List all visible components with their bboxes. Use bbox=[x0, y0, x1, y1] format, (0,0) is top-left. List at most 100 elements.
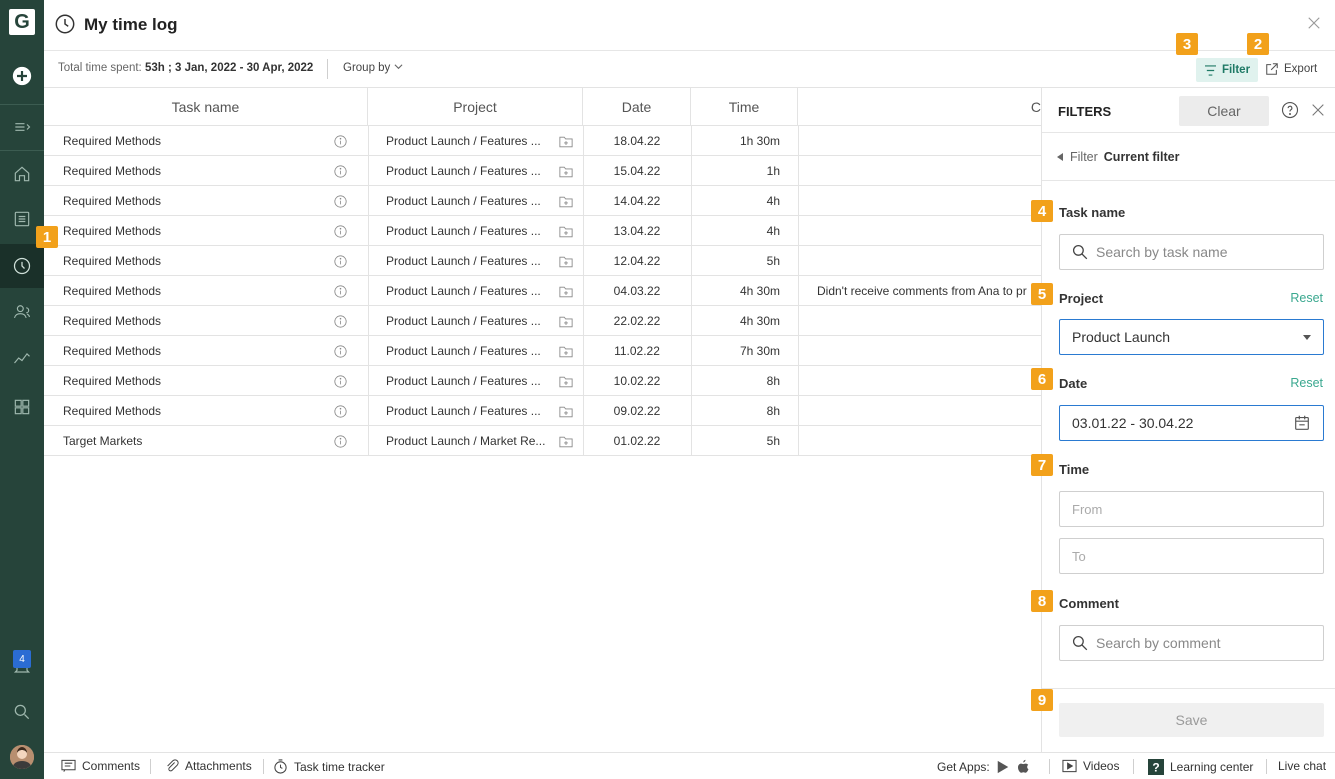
save-button[interactable]: Save bbox=[1059, 703, 1324, 737]
home-icon[interactable] bbox=[0, 152, 44, 196]
attachments-link[interactable]: Attachments bbox=[165, 759, 252, 773]
task-name-cell[interactable]: Required Methods bbox=[63, 156, 333, 186]
info-icon[interactable] bbox=[331, 336, 349, 366]
videos-link[interactable]: Videos bbox=[1062, 759, 1119, 773]
team-icon[interactable] bbox=[0, 290, 44, 334]
info-icon[interactable] bbox=[331, 396, 349, 426]
time-log-icon[interactable] bbox=[0, 244, 44, 288]
task-name-cell[interactable]: Required Methods bbox=[63, 186, 333, 216]
info-icon[interactable] bbox=[331, 216, 349, 246]
column-header-time[interactable]: Time bbox=[691, 88, 798, 126]
back-arrow-icon[interactable] bbox=[1057, 152, 1064, 161]
filter-button[interactable]: Filter bbox=[1196, 58, 1258, 82]
clear-button[interactable]: Clear bbox=[1179, 96, 1269, 126]
project-folder-icon[interactable] bbox=[556, 396, 576, 426]
task-name-cell[interactable]: Required Methods bbox=[63, 246, 333, 276]
project-folder-icon[interactable] bbox=[556, 216, 576, 246]
project-folder-icon[interactable] bbox=[556, 156, 576, 186]
project-folder-icon[interactable] bbox=[556, 366, 576, 396]
info-icon[interactable] bbox=[331, 276, 349, 306]
info-icon[interactable] bbox=[331, 366, 349, 396]
project-select[interactable]: Product Launch bbox=[1059, 319, 1324, 355]
project-folder-icon[interactable] bbox=[556, 126, 576, 156]
table-row[interactable]: Required Methods Product Launch / Feature… bbox=[44, 156, 1041, 186]
project-folder-icon[interactable] bbox=[556, 186, 576, 216]
task-name-cell[interactable]: Required Methods bbox=[63, 306, 333, 336]
table-row[interactable]: Required Methods Product Launch / Feature… bbox=[44, 276, 1041, 306]
apps-grid-icon[interactable] bbox=[0, 385, 44, 429]
project-cell[interactable]: Product Launch / Features ... bbox=[386, 396, 556, 426]
time-to-input[interactable]: To bbox=[1059, 538, 1324, 574]
project-folder-icon[interactable] bbox=[556, 426, 576, 456]
project-cell[interactable]: Product Launch / Features ... bbox=[386, 336, 556, 366]
project-folder-icon[interactable] bbox=[556, 306, 576, 336]
column-header-project[interactable]: Project bbox=[368, 88, 583, 126]
date-reset-link[interactable]: Reset bbox=[1290, 376, 1323, 390]
comments-link[interactable]: Comments bbox=[61, 759, 140, 773]
column-header-task[interactable]: Task name bbox=[44, 88, 368, 126]
project-cell[interactable]: Product Launch / Features ... bbox=[386, 216, 556, 246]
task-name-cell[interactable]: Required Methods bbox=[63, 216, 333, 246]
task-name-cell[interactable]: Required Methods bbox=[63, 366, 333, 396]
project-cell[interactable]: Product Launch / Features ... bbox=[386, 306, 556, 336]
table-row[interactable]: Required Methods Product Launch / Feature… bbox=[44, 306, 1041, 336]
task-name-cell[interactable]: Required Methods bbox=[63, 396, 333, 426]
calendar-icon[interactable] bbox=[1293, 414, 1311, 432]
date-range-input[interactable]: 03.01.22 - 30.04.22 bbox=[1059, 405, 1324, 441]
column-header-date[interactable]: Date bbox=[583, 88, 691, 126]
info-icon[interactable] bbox=[331, 426, 349, 456]
table-row[interactable]: Required Methods Product Launch / Feature… bbox=[44, 126, 1041, 156]
project-cell[interactable]: Product Launch / Features ... bbox=[386, 126, 556, 156]
breadcrumb-parent[interactable]: Filter bbox=[1070, 150, 1098, 164]
export-button[interactable]: Export bbox=[1265, 62, 1317, 76]
apple-icon[interactable] bbox=[1016, 759, 1030, 774]
help-icon[interactable] bbox=[1281, 101, 1299, 119]
task-name-cell[interactable]: Required Methods bbox=[63, 336, 333, 366]
info-icon[interactable] bbox=[331, 126, 349, 156]
project-cell[interactable]: Product Launch / Features ... bbox=[386, 366, 556, 396]
info-icon[interactable] bbox=[331, 156, 349, 186]
date-cell: 09.02.22 bbox=[613, 404, 661, 418]
table-row[interactable]: Required Methods Product Launch / Feature… bbox=[44, 246, 1041, 276]
project-cell[interactable]: Product Launch / Features ... bbox=[386, 276, 556, 306]
column-header-comment[interactable]: C bbox=[798, 88, 1041, 126]
project-cell[interactable]: Product Launch / Features ... bbox=[386, 186, 556, 216]
table-row[interactable]: Required Methods Product Launch / Feature… bbox=[44, 396, 1041, 426]
task-name-cell[interactable]: Target Markets bbox=[63, 426, 333, 456]
info-icon[interactable] bbox=[331, 306, 349, 336]
project-cell[interactable]: Product Launch / Features ... bbox=[386, 246, 556, 276]
close-filters-icon[interactable] bbox=[1310, 102, 1326, 118]
project-reset-link[interactable]: Reset bbox=[1290, 291, 1323, 305]
live-chat-link[interactable]: Live chat bbox=[1278, 759, 1326, 773]
project-folder-icon[interactable] bbox=[556, 276, 576, 306]
table-row[interactable]: Target Markets Product Launch / Market Re… bbox=[44, 426, 1041, 456]
search-icon[interactable] bbox=[0, 690, 44, 734]
table-row[interactable]: Required Methods Product Launch / Feature… bbox=[44, 216, 1041, 246]
task-name-cell[interactable]: Required Methods bbox=[63, 276, 333, 306]
comment-search-input[interactable]: Search by comment bbox=[1059, 625, 1324, 661]
analytics-icon[interactable] bbox=[0, 336, 44, 380]
project-folder-icon[interactable] bbox=[556, 246, 576, 276]
learning-center-link[interactable]: ? Learning center bbox=[1148, 759, 1253, 775]
expand-menu-icon[interactable] bbox=[0, 105, 44, 149]
table-row[interactable]: Required Methods Product Launch / Feature… bbox=[44, 336, 1041, 366]
project-cell[interactable]: Product Launch / Market Re... bbox=[386, 426, 556, 456]
task-name-search-input[interactable]: Search by task name bbox=[1059, 234, 1324, 270]
table-row[interactable]: Required Methods Product Launch / Feature… bbox=[44, 186, 1041, 216]
close-icon[interactable] bbox=[1305, 14, 1323, 32]
avatar[interactable] bbox=[10, 745, 34, 769]
group-by-dropdown[interactable]: Group by bbox=[343, 62, 403, 74]
time-from-input[interactable]: From bbox=[1059, 491, 1324, 527]
play-store-icon[interactable] bbox=[996, 760, 1010, 774]
table-row[interactable]: Required Methods Product Launch / Feature… bbox=[44, 366, 1041, 396]
task-name-cell[interactable]: Required Methods bbox=[63, 126, 333, 156]
app-logo[interactable]: G bbox=[0, 0, 44, 44]
info-icon[interactable] bbox=[331, 246, 349, 276]
project-folder-icon[interactable] bbox=[556, 336, 576, 366]
add-icon[interactable] bbox=[0, 54, 44, 98]
project-cell[interactable]: Product Launch / Features ... bbox=[386, 156, 556, 186]
info-icon[interactable] bbox=[331, 186, 349, 216]
task-time-tracker-link[interactable]: Task time tracker bbox=[273, 759, 385, 774]
date-cell: 13.04.22 bbox=[613, 224, 661, 238]
callout-4: 4 bbox=[1031, 200, 1053, 222]
